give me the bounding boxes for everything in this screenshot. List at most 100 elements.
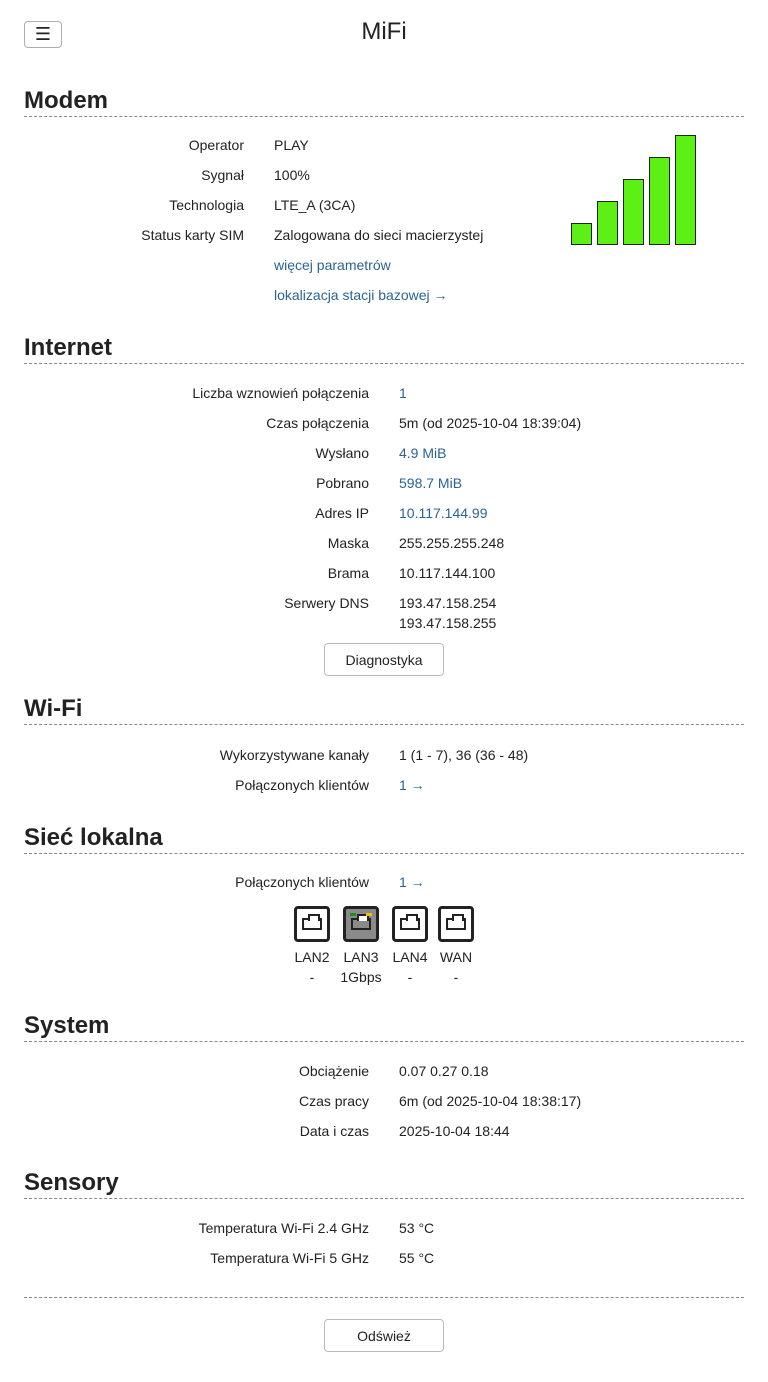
row-label: Obciążenie (298, 1063, 369, 1079)
port-name: LAN4 (392, 949, 428, 965)
row-label: Wykorzystywane kanały (219, 747, 369, 763)
internet-row-ip: Adres IP 10.117.144.99 (24, 505, 744, 535)
lan-section: Sieć lokalna Połączonych klientów 1 → LA… (24, 824, 744, 994)
internet-row-connection-time: Czas połączenia 5m (od 2025-10-04 18:39:… (24, 415, 744, 445)
internet-section: Internet Liczba wznowień połączenia 1 Cz… (24, 334, 744, 679)
system-row-load: Obciążenie 0.07 0.27 0.18 (24, 1063, 744, 1093)
internet-row-gateway: Brama 10.117.144.100 (24, 565, 744, 595)
received-link[interactable]: 598.7 MiB (399, 475, 462, 491)
row-label: Połączonych klientów (235, 777, 369, 793)
internet-row-reconnects: Liczba wznowień połączenia 1 (24, 385, 744, 415)
dns-primary: 193.47.158.254 (399, 595, 497, 611)
signal-bar (571, 223, 592, 245)
system-row-datetime: Data i czas 2025-10-04 18:44 (24, 1123, 744, 1153)
row-label: Status karty SIM (141, 227, 244, 243)
sensors-row-wifi24: Temperatura Wi-Fi 2.4 GHz 53 °C (24, 1220, 744, 1250)
diagnostics-button[interactable]: Diagnostyka (324, 643, 444, 676)
ethernet-port-icon (438, 906, 474, 942)
more-parameters-link[interactable]: więcej parametrów (274, 257, 391, 273)
ethernet-port-icon (392, 906, 428, 942)
row-value: 6m (od 2025-10-04 18:38:17) (399, 1093, 582, 1109)
internet-row-sent: Wysłano 4.9 MiB (24, 445, 744, 475)
port-wan: WAN - (434, 906, 478, 987)
port-speed: - (309, 969, 315, 985)
signal-bar (649, 157, 670, 245)
port-speed: 1Gbps (340, 969, 382, 985)
lan-section-title: Sieć lokalna (24, 824, 744, 854)
page-title: MiFi (361, 18, 407, 45)
sensors-section-title: Sensory (24, 1169, 744, 1199)
port-name: LAN2 (294, 949, 330, 965)
row-value: 55 °C (399, 1250, 435, 1266)
row-label: Data i czas (299, 1123, 369, 1139)
row-value: 1 (1 - 7), 36 (36 - 48) (399, 747, 529, 763)
internet-row-received: Pobrano 598.7 MiB (24, 475, 744, 505)
internet-row-dns: Serwery DNS 193.47.158.254 193.47.158.25… (24, 595, 744, 639)
row-label: Brama (327, 565, 369, 581)
row-label: Sygnał (201, 167, 244, 183)
row-label: Adres IP (315, 505, 369, 521)
wifi-row-channels: Wykorzystywane kanały 1 (1 - 7), 36 (36 … (24, 747, 744, 777)
row-label: Temperatura Wi-Fi 5 GHz (210, 1250, 369, 1266)
port-lan2: LAN2 - (290, 906, 334, 987)
row-label: Wysłano (315, 445, 369, 461)
port-speed: - (407, 969, 413, 985)
wifi-clients-link[interactable]: 1 → (399, 777, 425, 793)
system-row-uptime: Czas pracy 6m (od 2025-10-04 18:38:17) (24, 1093, 744, 1123)
row-value: 53 °C (399, 1220, 435, 1236)
port-lan3: LAN3 1Gbps (339, 906, 383, 987)
internet-section-title: Internet (24, 334, 744, 364)
system-section: System Obciążenie 0.07 0.27 0.18 Czas pr… (24, 1012, 744, 1152)
wifi-row-clients: Połączonych klientów 1 → (24, 777, 744, 807)
sensors-row-wifi5: Temperatura Wi-Fi 5 GHz 55 °C (24, 1250, 744, 1280)
modem-row-more: więcej parametrów (24, 257, 744, 287)
refresh-button[interactable]: Odśwież (324, 1319, 444, 1352)
row-value: PLAY (274, 137, 309, 153)
signal-strength-bars (571, 135, 699, 245)
row-value: Zalogowana do sieci macierzystej (274, 227, 484, 243)
ethernet-port-icon (294, 906, 330, 942)
row-label: Pobrano (316, 475, 369, 491)
row-label: Liczba wznowień połączenia (192, 385, 369, 401)
footer-divider (24, 1297, 744, 1298)
ip-address-link[interactable]: 10.117.144.99 (399, 505, 488, 521)
top-bar: ☰ MiFi (0, 0, 768, 64)
wifi-section-title: Wi-Fi (24, 695, 744, 725)
row-value: 100% (274, 167, 310, 183)
port-lan4: LAN4 - (388, 906, 432, 987)
sensors-section: Sensory Temperatura Wi-Fi 2.4 GHz 53 °C … (24, 1169, 744, 1279)
port-name: LAN3 (343, 949, 379, 965)
row-label: Maska (327, 535, 369, 551)
system-section-title: System (24, 1012, 744, 1042)
dns-values: 193.47.158.254 193.47.158.255 (399, 593, 496, 633)
modem-section-title: Modem (24, 87, 744, 117)
internet-row-mask: Maska 255.255.255.248 (24, 535, 744, 565)
lan-row-clients: Połączonych klientów 1 → (24, 874, 744, 904)
row-value: 255.255.255.248 (399, 535, 505, 551)
row-label: Operator (188, 137, 244, 153)
reconnects-link[interactable]: 1 (399, 385, 407, 401)
row-label: Czas połączenia (266, 415, 369, 431)
row-label: Serwery DNS (284, 595, 369, 611)
row-value: 0.07 0.27 0.18 (399, 1063, 489, 1079)
sent-link[interactable]: 4.9 MiB (399, 445, 446, 461)
row-value: 2025-10-04 18:44 (399, 1123, 510, 1139)
lan-clients-link[interactable]: 1 → (399, 874, 425, 890)
port-name: WAN (439, 949, 473, 965)
row-label: Temperatura Wi-Fi 2.4 GHz (198, 1220, 369, 1236)
row-label: Technologia (169, 197, 244, 213)
dns-secondary: 193.47.158.255 (399, 615, 497, 631)
modem-row-bts: lokalizacja stacji bazowej → (24, 287, 744, 317)
row-value: LTE_A (3CA) (274, 197, 356, 213)
row-label: Połączonych klientów (235, 874, 369, 890)
row-value: 5m (od 2025-10-04 18:39:04) (399, 415, 582, 431)
base-station-location-link[interactable]: lokalizacja stacji bazowej → (274, 287, 448, 303)
wifi-section: Wi-Fi Wykorzystywane kanały 1 (1 - 7), 3… (24, 695, 744, 805)
signal-bar (597, 201, 618, 245)
row-value: 10.117.144.100 (399, 565, 496, 581)
port-speed: - (453, 969, 459, 985)
ethernet-port-active-icon (343, 906, 379, 942)
modem-section: Modem Operator PLAY Sygnał 100% Technolo… (24, 87, 744, 317)
row-label: Czas pracy (298, 1093, 369, 1109)
signal-bar (675, 135, 696, 245)
